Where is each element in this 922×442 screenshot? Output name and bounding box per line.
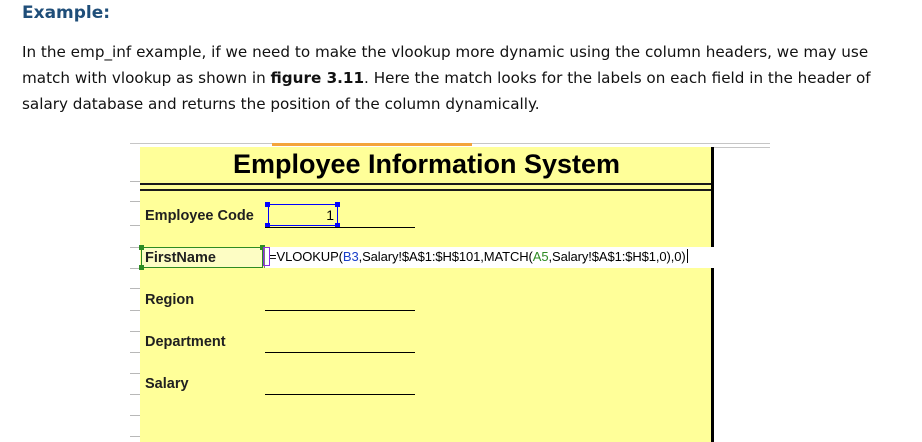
reference-handle[interactable] — [139, 265, 144, 270]
formula-ref-a5: A5 — [532, 249, 549, 264]
employee-code-cell[interactable]: 1 — [268, 204, 338, 226]
title-divider — [140, 189, 711, 191]
row-boundary — [130, 331, 140, 332]
formula-ref-b3: B3 — [342, 249, 359, 264]
grid-line — [714, 147, 770, 148]
formula-function: =VLOOKUP( — [269, 249, 343, 264]
selection-handle[interactable] — [265, 202, 270, 207]
form-background — [140, 147, 713, 442]
formula-edit-cell[interactable]: =VLOOKUP(B3,Salary!$A$1:$H$101,MATCH(A5,… — [264, 247, 762, 268]
text-cursor — [686, 249, 688, 263]
label-employee-code: Employee Code — [145, 208, 254, 224]
employee-code-underline — [265, 227, 415, 228]
label-region: Region — [145, 292, 195, 308]
figure-reference: figure 3.11 — [270, 69, 365, 87]
department-underline — [265, 352, 415, 353]
reference-marker — [263, 247, 270, 266]
formula-text: =VLOOKUP(B3,Salary!$A$1:$H$101,MATCH(A5,… — [269, 249, 688, 264]
body-paragraph: In the emp_inf example, if we need to ma… — [22, 39, 907, 117]
sheet-title: Employee Information System — [232, 149, 621, 179]
row-boundary — [130, 181, 140, 182]
formula-tail: ,Salary!$A$1:$H$1,0),0) — [548, 249, 686, 264]
row-boundary — [130, 352, 140, 353]
label-firstname: FirstName — [145, 250, 216, 266]
salary-underline — [265, 394, 415, 395]
label-department: Department — [145, 334, 226, 350]
row-boundary — [130, 201, 140, 202]
formula-range: ,Salary!$A$1:$H$101,MATCH( — [358, 249, 533, 264]
reference-handle[interactable] — [139, 245, 144, 250]
spreadsheet-figure: Employee Information System Employee Cod… — [130, 143, 770, 442]
form-right-border — [711, 147, 714, 442]
selection-handle[interactable] — [335, 202, 340, 207]
row-boundary — [130, 225, 140, 226]
row-boundary — [130, 436, 140, 437]
example-heading: Example: — [22, 3, 111, 23]
employee-code-value: 1 — [326, 207, 334, 223]
row-boundary — [130, 415, 140, 416]
label-salary: Salary — [145, 376, 189, 392]
title-divider — [140, 183, 711, 185]
row-boundary — [130, 394, 140, 395]
row-boundary — [130, 310, 140, 311]
selected-column-indicator — [272, 143, 472, 146]
region-underline — [265, 310, 415, 311]
row-boundary — [130, 288, 140, 289]
row-boundary — [130, 373, 140, 374]
